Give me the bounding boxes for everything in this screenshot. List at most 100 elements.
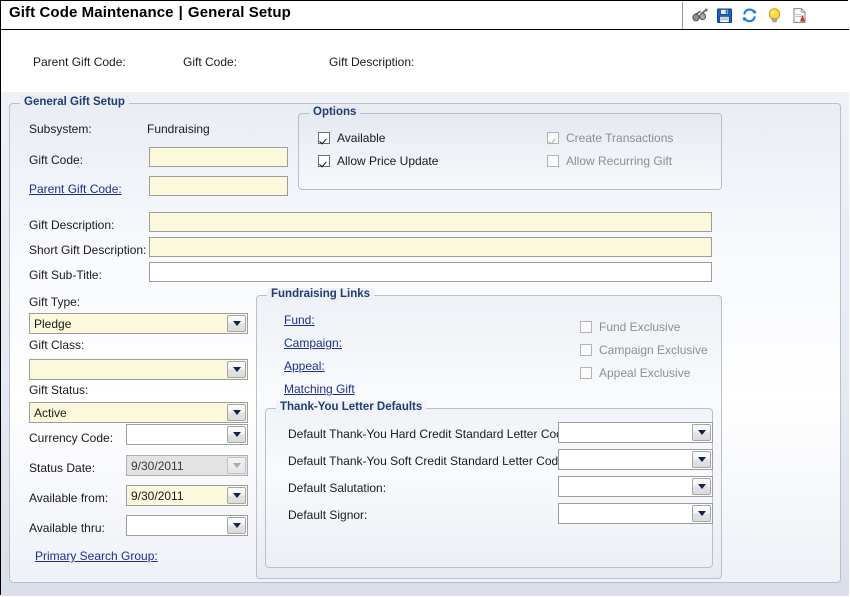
default-salutation-label: Default Salutation: (288, 481, 387, 495)
campaign-link[interactable]: Campaign: (284, 336, 342, 350)
checkbox-create-transactions-label: Create Transactions (566, 131, 674, 145)
context-parent-gift-code-label: Parent Gift Code: (33, 55, 126, 69)
context-gift-description-label: Gift Description: (329, 55, 415, 69)
gift-description-label: Gift Description: (29, 218, 115, 232)
primary-search-group-link[interactable]: Primary Search Group: (35, 549, 158, 563)
status-date-label: Status Date: (29, 461, 96, 475)
checkbox-create-transactions: Create Transactions (547, 131, 673, 145)
soft-credit-letter-code-dropdown[interactable] (558, 449, 713, 470)
hard-credit-letter-code-label: Default Thank-You Hard Credit Standard L… (288, 427, 558, 441)
checkbox-campaign-exclusive-label: Campaign Exclusive (599, 343, 708, 357)
checkbox-fund-exclusive-box (580, 321, 592, 333)
default-salutation-dropdown[interactable] (558, 476, 713, 497)
checkbox-allow-price-update-box[interactable] (318, 155, 330, 167)
fundraising-links-legend: Fundraising Links (267, 288, 375, 300)
form-surface: General Gift Setup Subsystem: Fundraisin… (1, 92, 849, 596)
hard-credit-letter-code-value (559, 423, 692, 442)
gift-class-dropdown[interactable] (29, 359, 248, 380)
default-signor-value (559, 504, 692, 523)
checkbox-appeal-exclusive-box (580, 367, 592, 379)
checkbox-fund-exclusive: Fund Exclusive (580, 320, 680, 334)
context-gift-code-label: Gift Code: (183, 55, 238, 69)
report-icon[interactable] (791, 7, 808, 24)
signor-chevron-down-icon[interactable] (692, 505, 711, 522)
gift-type-value: Pledge (34, 316, 72, 331)
page-title-primary: Gift Code Maintenance (9, 4, 174, 21)
hard-credit-letter-code-dropdown[interactable] (558, 422, 713, 443)
checkbox-allow-price-update[interactable]: Allow Price Update (318, 154, 438, 168)
appeal-link[interactable]: Appeal: (284, 359, 325, 373)
refresh-icon[interactable] (741, 7, 758, 24)
gift-code-input[interactable] (149, 147, 288, 167)
gift-type-label: Gift Type: (29, 295, 81, 309)
checkbox-available-box[interactable] (318, 132, 330, 144)
gift-type-chevron-down-icon[interactable] (227, 315, 246, 332)
matching-gift-link[interactable]: Matching Gift (284, 382, 355, 396)
parent-gift-code-link[interactable]: Parent Gift Code: (29, 182, 122, 196)
default-salutation-value (559, 477, 692, 496)
status-date-dropdown: 9/30/2011 (126, 455, 248, 476)
soft-credit-letter-code-value (559, 450, 692, 469)
application-window: Gift Code Maintenance | General Setup Pa… (0, 0, 849, 596)
available-thru-dropdown[interactable] (126, 515, 248, 536)
gift-type-dropdown[interactable]: Pledge (29, 313, 248, 334)
checkbox-allow-recurring-gift-box (547, 155, 559, 167)
parent-gift-code-input[interactable] (149, 176, 288, 196)
available-thru-value (127, 516, 227, 535)
general-gift-setup-group: General Gift Setup Subsystem: Fundraisin… (9, 96, 841, 583)
default-signor-label: Default Signor: (288, 508, 368, 522)
gift-status-chevron-down-icon[interactable] (227, 404, 246, 421)
soft-credit-letter-code-label: Default Thank-You Soft Credit Standard L… (288, 454, 558, 468)
gift-class-chevron-down-icon[interactable] (227, 361, 246, 378)
thank-you-letter-defaults-group: Thank-You Letter Defaults Default Thank-… (265, 401, 713, 568)
save-icon[interactable] (716, 7, 733, 24)
gift-code-label: Gift Code: (29, 153, 84, 167)
checkbox-available-label: Available (337, 131, 386, 145)
lightbulb-icon[interactable] (766, 7, 783, 24)
header-bar: Gift Code Maintenance | General Setup (1, 1, 849, 30)
subsystem-value: Fundraising (147, 122, 210, 136)
default-signor-dropdown[interactable] (558, 503, 713, 524)
checkbox-appeal-exclusive-label: Appeal Exclusive (599, 366, 691, 380)
thank-you-letter-defaults-legend: Thank-You Letter Defaults (276, 401, 427, 413)
checkbox-create-transactions-box (547, 132, 559, 144)
gift-description-input[interactable] (149, 212, 712, 232)
checkbox-appeal-exclusive: Appeal Exclusive (580, 366, 690, 380)
subsystem-label: Subsystem: (29, 122, 92, 136)
short-gift-description-input[interactable] (149, 237, 712, 257)
short-gift-description-label: Short Gift Description: (29, 243, 147, 257)
page-title: Gift Code Maintenance | General Setup (9, 4, 291, 21)
fundraising-links-group: Fundraising Links Fund: Campaign: Appeal… (256, 288, 722, 579)
available-from-label: Available from: (29, 491, 109, 505)
status-date-value: 9/30/2011 (131, 458, 184, 473)
checkbox-available[interactable]: Available (318, 131, 385, 145)
options-group: Options Available Allow Price Update Cre… (298, 106, 722, 190)
gift-class-label: Gift Class: (29, 338, 85, 352)
binoculars-icon[interactable] (691, 7, 708, 24)
toolbar (682, 2, 848, 29)
available-from-dropdown[interactable]: 9/30/2011 (126, 485, 248, 506)
page-title-separator: | (178, 4, 183, 21)
status-date-chevron-down-icon (227, 457, 246, 474)
gift-status-value: Active (34, 405, 67, 420)
page-title-secondary: General Setup (187, 4, 291, 21)
gift-sub-title-input[interactable] (149, 262, 712, 282)
general-gift-setup-legend: General Gift Setup (20, 96, 129, 108)
fund-link[interactable]: Fund: (284, 313, 315, 327)
options-legend: Options (309, 106, 361, 118)
currency-code-dropdown[interactable] (126, 424, 248, 445)
currency-code-chevron-down-icon[interactable] (227, 426, 246, 443)
checkbox-fund-exclusive-label: Fund Exclusive (599, 320, 681, 334)
available-from-chevron-down-icon[interactable] (227, 487, 246, 504)
gift-status-dropdown[interactable]: Active (29, 402, 248, 423)
available-from-value: 9/30/2011 (131, 488, 184, 503)
gift-status-label: Gift Status: (29, 383, 89, 397)
soft-credit-chevron-down-icon[interactable] (692, 451, 711, 468)
salutation-chevron-down-icon[interactable] (692, 478, 711, 495)
context-bar: Parent Gift Code: Gift Code: Gift Descri… (1, 30, 849, 92)
available-thru-chevron-down-icon[interactable] (227, 517, 246, 534)
checkbox-allow-recurring-gift-label: Allow Recurring Gift (566, 154, 673, 168)
checkbox-allow-price-update-label: Allow Price Update (337, 154, 439, 168)
hard-credit-chevron-down-icon[interactable] (692, 424, 711, 441)
available-thru-label: Available thru: (29, 521, 105, 535)
